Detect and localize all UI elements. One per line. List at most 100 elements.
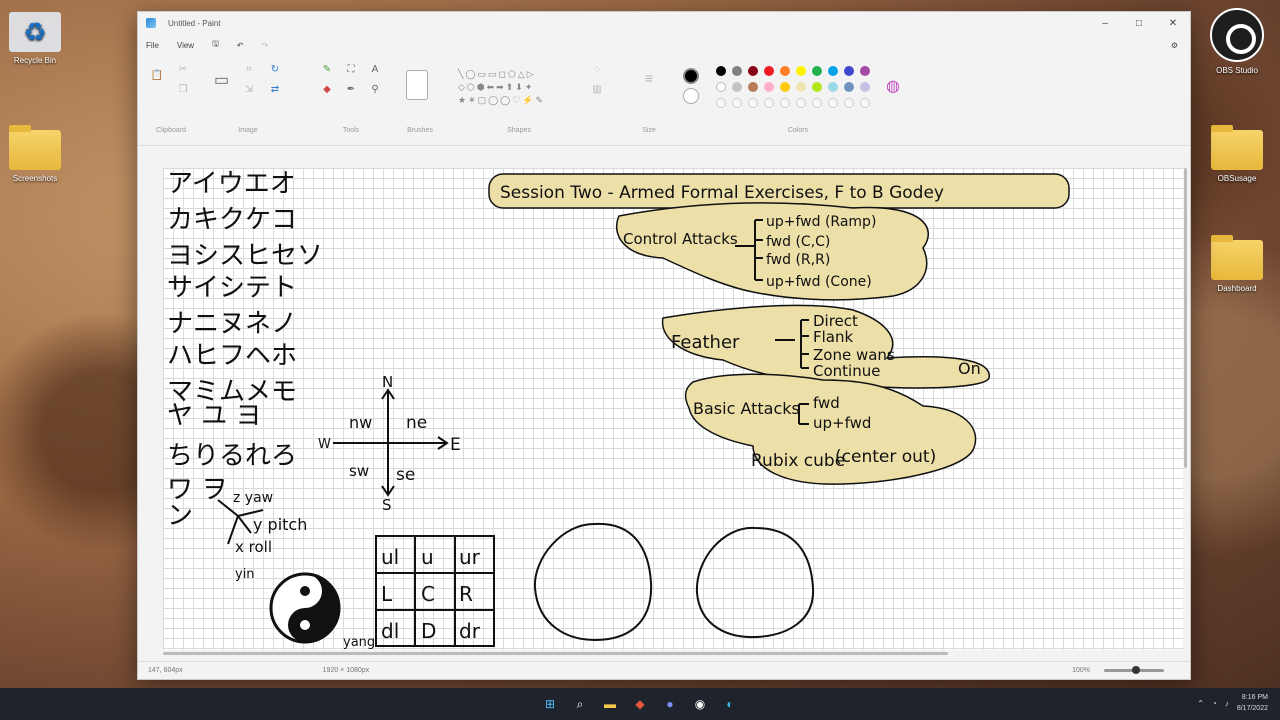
menu-view[interactable]: View xyxy=(177,41,194,50)
fill-icon[interactable]: ⛶ xyxy=(344,64,358,75)
desktop-folder-obsusage[interactable]: OBSusage xyxy=(1202,125,1272,183)
custom-color-slot[interactable] xyxy=(796,98,806,108)
color-swatch[interactable] xyxy=(764,82,774,92)
grid-cell-label: C xyxy=(421,582,435,606)
color-swatch[interactable] xyxy=(812,82,822,92)
paste-icon[interactable]: 📋 xyxy=(150,70,164,81)
folder-icon xyxy=(1211,235,1263,280)
volume-icon[interactable]: ♪ xyxy=(1225,699,1229,708)
shape-gallery[interactable]: ╲◯▭▭◻⬠△▷ ◇⬡⬢⬅➡⬆⬇✦ ★✶▢◯◯♡⚡✎ xyxy=(458,68,573,107)
custom-color-slot[interactable] xyxy=(860,98,870,108)
redo-icon[interactable]: ↷ xyxy=(262,41,269,50)
custom-color-slot[interactable] xyxy=(780,98,790,108)
custom-color-slot[interactable] xyxy=(844,98,854,108)
brush-icon[interactable] xyxy=(406,70,428,100)
color-swatch[interactable] xyxy=(716,82,726,92)
color-swatch[interactable] xyxy=(764,66,774,76)
roll-label: x roll xyxy=(235,538,272,556)
horizontal-scrollbar[interactable] xyxy=(163,652,948,655)
color-swatch[interactable] xyxy=(844,66,854,76)
color-swatch[interactable] xyxy=(732,82,742,92)
color-swatch[interactable] xyxy=(828,82,838,92)
colors-group: ◍ Colors xyxy=(678,60,918,146)
copy-icon[interactable]: ❐ xyxy=(176,84,190,95)
menu-file[interactable]: File xyxy=(146,41,159,50)
line-size-icon[interactable]: ≡ xyxy=(642,70,656,86)
rotate-icon[interactable]: ↻ xyxy=(268,64,282,75)
custom-color-slot[interactable] xyxy=(812,98,822,108)
color-swatch[interactable] xyxy=(844,82,854,92)
feather-item: Flank xyxy=(813,328,853,346)
katakana-row: ヤ ユ ヨ xyxy=(167,401,262,431)
obs-shortcut[interactable]: OBS Studio xyxy=(1202,8,1272,75)
size-group: ≡ Size xyxy=(634,60,664,146)
color-swatch[interactable] xyxy=(796,66,806,76)
text-icon[interactable]: A xyxy=(368,64,382,75)
clock[interactable]: 8:16 PM 8/17/2022 xyxy=(1237,692,1268,714)
custom-color-slot[interactable] xyxy=(764,98,774,108)
magnifier-icon[interactable]: ⚲ xyxy=(368,84,382,95)
color-swatch[interactable] xyxy=(748,82,758,92)
resize-icon[interactable]: ⇲ xyxy=(242,84,256,95)
obs-label: OBS Studio xyxy=(1216,66,1258,75)
edit-colors-icon[interactable]: ◍ xyxy=(886,76,900,96)
color-swatch[interactable] xyxy=(860,82,870,92)
color-swatch[interactable] xyxy=(780,66,790,76)
desktop-folder-dashboard[interactable]: Dashboard xyxy=(1202,235,1272,293)
taskbar: ⊞ ⌕ ▬ ◆ ● ◉ ◐ ⌃ ◔ ♪ 8:16 PM 8/17/2022 xyxy=(0,688,1280,720)
zoom-slider[interactable] xyxy=(1104,666,1164,674)
color-swatch[interactable] xyxy=(780,82,790,92)
color-swatch[interactable] xyxy=(796,82,806,92)
shape-row: ★✶▢◯◯♡⚡✎ xyxy=(458,95,546,105)
color-swatch[interactable] xyxy=(748,66,758,76)
settings-icon[interactable]: ⚙ xyxy=(1171,41,1178,50)
crop-icon[interactable]: ⌗ xyxy=(242,64,256,75)
cut-icon[interactable]: ✂ xyxy=(176,64,190,75)
color-swatch[interactable] xyxy=(828,66,838,76)
feather-item: Continue xyxy=(813,362,880,380)
outline-icon[interactable]: ◌ xyxy=(590,64,604,75)
desktop-folder-screenshots[interactable]: Screenshots xyxy=(0,125,70,183)
drawing-canvas[interactable]: アイウエオ カキクケコ ヨシスヒセソ サイシテト ナニヌネノ ハヒフヘホ マミムメモヤ ユ … xyxy=(163,168,1183,650)
yaw-label: z yaw xyxy=(233,490,273,506)
search-icon[interactable]: ⌕ xyxy=(570,694,590,714)
browser-icon[interactable]: ◆ xyxy=(630,694,650,714)
color-picker-icon[interactable]: ✒ xyxy=(344,84,358,95)
select-icon[interactable]: ▭ xyxy=(214,70,229,90)
custom-color-slot[interactable] xyxy=(748,98,758,108)
network-icon[interactable]: ◔ xyxy=(1212,699,1217,708)
flip-icon[interactable]: ⇄ xyxy=(268,84,282,95)
shape-fill-icon[interactable]: ▥ xyxy=(590,84,604,95)
start-icon[interactable]: ⊞ xyxy=(540,694,560,714)
minimize-button[interactable]: – xyxy=(1088,18,1122,29)
undo-icon[interactable]: ↶ xyxy=(237,41,244,50)
custom-color-slot[interactable] xyxy=(828,98,838,108)
discord-icon[interactable]: ● xyxy=(660,694,680,714)
obs-taskbar-icon[interactable]: ◉ xyxy=(690,694,710,714)
secondary-color-swatch[interactable] xyxy=(683,88,699,104)
paint-taskbar-icon[interactable]: ◐ xyxy=(720,694,740,714)
color-swatch[interactable] xyxy=(716,66,726,76)
title-bar[interactable]: Untitled - Paint – □ ✕ xyxy=(138,12,1190,34)
compass-east: E xyxy=(450,435,461,455)
tray-chevron-icon[interactable]: ⌃ xyxy=(1197,699,1204,708)
color-swatch[interactable] xyxy=(732,66,742,76)
control-attack-item: up+fwd (Ramp) xyxy=(766,214,876,230)
color-swatch[interactable] xyxy=(860,66,870,76)
feather-on-label: On xyxy=(958,359,981,378)
control-attacks-label: Control Attacks xyxy=(623,230,738,248)
save-icon[interactable]: 🖫 xyxy=(212,38,219,52)
pencil-icon[interactable]: ✎ xyxy=(320,64,334,75)
close-button[interactable]: ✕ xyxy=(1156,18,1190,29)
eraser-icon[interactable]: ◆ xyxy=(320,84,334,95)
color-swatch[interactable] xyxy=(812,66,822,76)
recycle-bin-shortcut[interactable]: ♻ Recycle Bin xyxy=(0,12,70,65)
maximize-button[interactable]: □ xyxy=(1122,18,1156,29)
custom-color-slot[interactable] xyxy=(716,98,726,108)
shape-row: ◇⬡⬢⬅➡⬆⬇✦ xyxy=(458,82,535,92)
primary-color-swatch[interactable] xyxy=(683,68,699,84)
custom-color-slot[interactable] xyxy=(732,98,742,108)
compass-south: S xyxy=(382,496,392,514)
vertical-scrollbar[interactable] xyxy=(1184,168,1187,468)
file-explorer-icon[interactable]: ▬ xyxy=(600,694,620,714)
